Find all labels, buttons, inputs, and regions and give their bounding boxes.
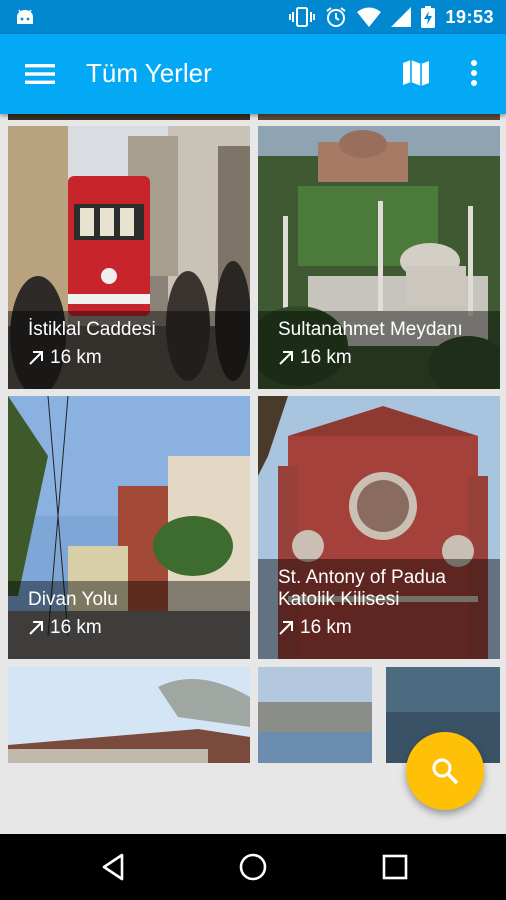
place-card[interactable] [258,667,372,763]
search-fab[interactable] [406,732,484,810]
place-name: Divan Yolu [28,589,118,610]
place-distance: 16 km [28,347,236,369]
arrow-up-right-icon [29,351,43,365]
place-name: İstiklal Caddesi [28,319,156,340]
home-icon[interactable] [238,852,268,882]
more-vert-icon[interactable] [466,58,482,88]
signal-icon [391,7,412,27]
place-distance: 16 km [278,347,486,369]
alarm-icon [326,7,347,27]
place-name: Sultanahmet Meydanı [278,319,463,340]
place-caption: Divan Yolu 16 km [8,581,250,659]
arrow-up-right-icon [279,351,293,365]
back-icon[interactable] [98,852,128,882]
place-card[interactable]: Divan Yolu 16 km [8,396,250,659]
recents-icon[interactable] [380,852,410,882]
place-distance: 16 km [28,617,236,639]
app-bar: Tüm Yerler [0,34,506,114]
place-photo [8,667,250,763]
distance-value: 16 km [300,347,352,368]
place-card-partial[interactable] [258,114,500,120]
distance-value: 16 km [50,347,102,368]
distance-value: 16 km [300,617,352,638]
place-card[interactable]: İstiklal Caddesi 16 km [8,126,250,389]
battery-charging-icon [421,6,436,28]
status-bar: 19:53 [0,0,506,34]
status-time: 19:53 [445,6,494,27]
vibrate-icon [289,7,316,27]
place-photo [258,667,372,763]
android-notification-icon [17,9,33,24]
place-card[interactable] [8,667,250,763]
place-caption: St. Antony of Padua Katolik Kilisesi 16 … [258,559,500,659]
distance-value: 16 km [50,617,102,638]
navigation-bar [0,834,506,900]
place-caption: Sultanahmet Meydanı 16 km [258,311,500,389]
menu-icon[interactable] [24,58,56,90]
places-grid: İstiklal Caddesi 16 km Sultanahmet Meyda… [0,114,506,834]
place-card[interactable]: Sultanahmet Meydanı 16 km [258,126,500,389]
wifi-icon [357,7,382,27]
place-distance: 16 km [278,617,486,639]
map-icon[interactable] [402,58,430,88]
place-card-partial[interactable] [8,114,250,120]
place-caption: İstiklal Caddesi 16 km [8,311,250,389]
page-title: Tüm Yerler [86,58,212,88]
place-card[interactable]: St. Antony of Padua Katolik Kilisesi 16 … [258,396,500,659]
search-icon [432,758,459,785]
arrow-up-right-icon [29,621,43,635]
arrow-up-right-icon [279,621,293,635]
place-name: St. Antony of Padua Katolik Kilisesi [278,567,446,610]
